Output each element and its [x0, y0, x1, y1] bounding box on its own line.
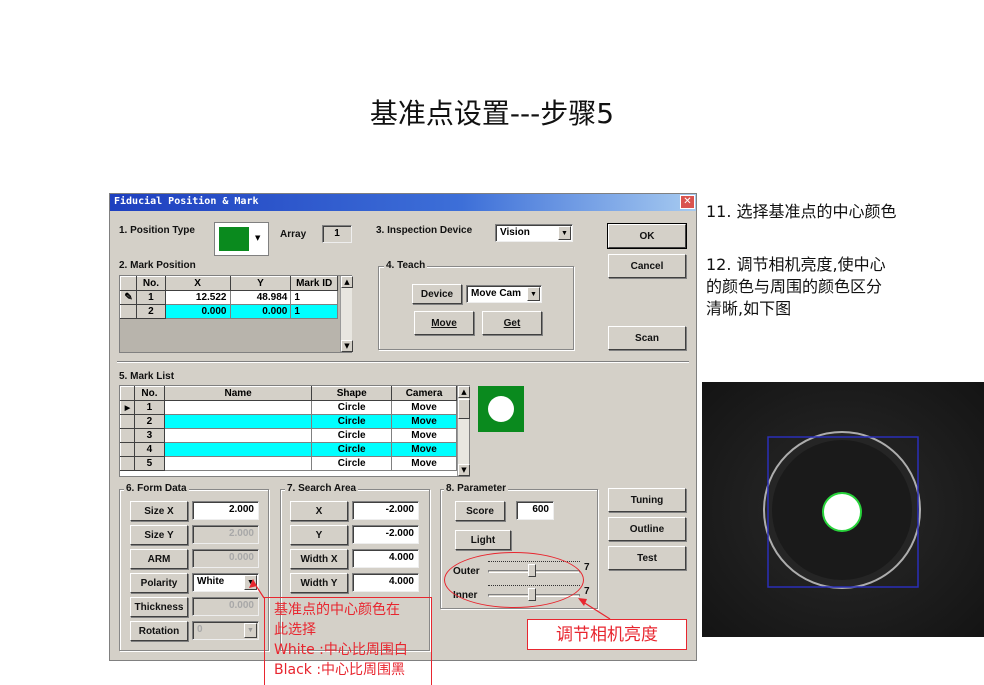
polarity-arrowhead — [249, 579, 257, 588]
brightness-arrowhead — [578, 598, 587, 606]
annotation-arrows — [249, 579, 611, 620]
